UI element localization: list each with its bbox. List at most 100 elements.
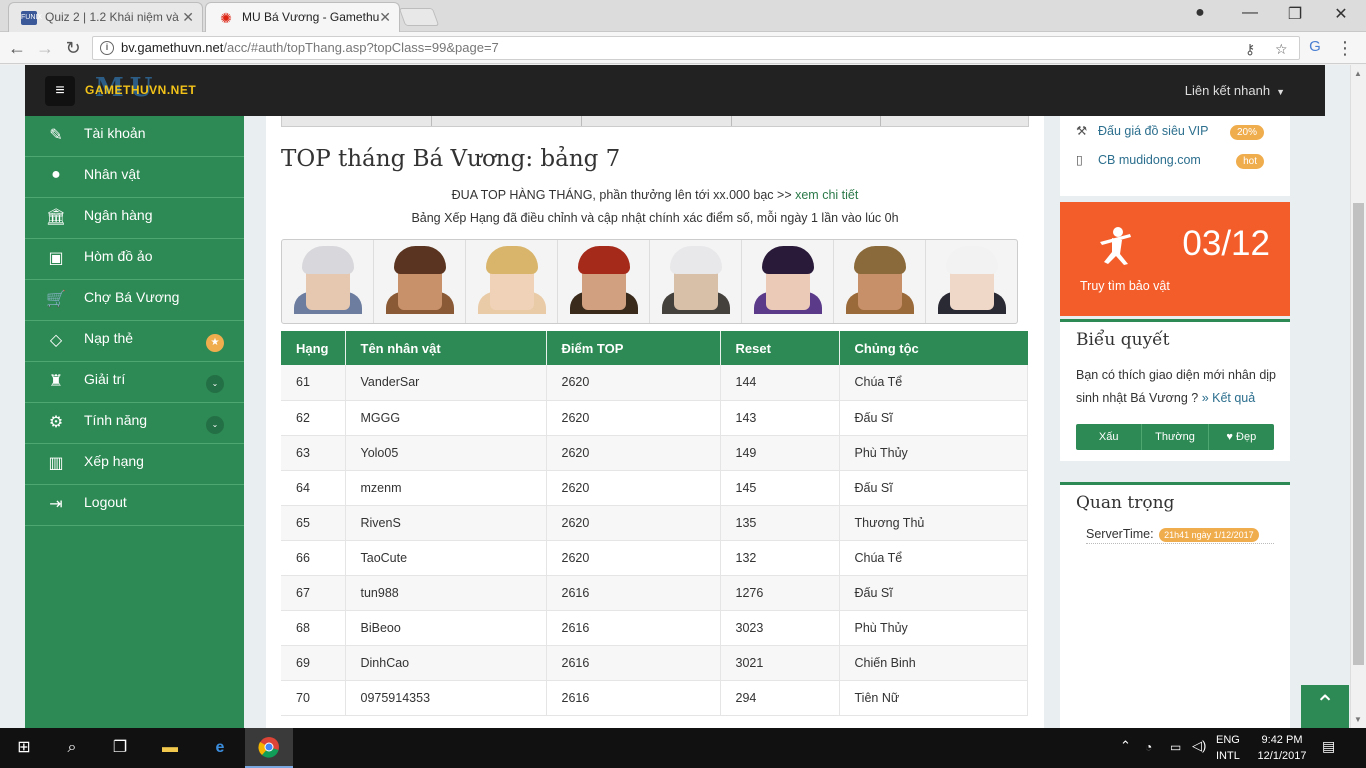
gears-icon: ⚙ [48, 414, 64, 431]
avatar-elf-warrior[interactable] [374, 240, 466, 323]
bookmark-star-icon[interactable]: ☆ [1275, 41, 1288, 58]
col-score-header[interactable]: Điểm TOP [546, 331, 721, 365]
close-tab-icon[interactable]: ✕ [182, 9, 194, 26]
tray-up-icon[interactable]: ⌃ [1120, 738, 1131, 754]
col-name-header[interactable]: Tên nhân vật [345, 331, 547, 365]
sidebar-item-topup[interactable]: ◇ Nạp thẻ ★ [25, 321, 244, 362]
vote-bad-button[interactable]: Xấu [1076, 424, 1143, 450]
reload-icon[interactable]: ↻ [62, 38, 84, 59]
edge-icon[interactable]: e [208, 736, 232, 760]
rank-cell: 62 [281, 400, 346, 436]
file-explorer-icon[interactable]: ▬ [158, 736, 182, 760]
new-tab-button[interactable] [398, 8, 440, 26]
restore-icon[interactable]: ❐ [1275, 4, 1315, 24]
name-cell[interactable]: DinhCao [345, 645, 547, 681]
sidebar-item-entertainment[interactable]: ♜ Giải trí ⌄ [25, 362, 244, 403]
scroll-down-icon[interactable]: ▼ [1354, 715, 1362, 724]
edit-icon: ✎ [49, 127, 63, 144]
sidebar-item-bank[interactable]: 🏛 Ngân hàng [25, 198, 244, 239]
chrome-icon[interactable] [257, 736, 281, 760]
url-input[interactable]: i bv.gamethuvn.net/acc/#auth/topThang.as… [92, 36, 1300, 60]
scroll-to-top-button[interactable]: ⌃ [1301, 685, 1349, 728]
table-row: 66 TaoCute 2620 132 Chúa Tể [281, 540, 1028, 576]
browser-tab-quiz[interactable]: FUNIX Quiz 2 | 1.2 Khái niệm và ✕ [8, 2, 203, 32]
rank-cell: 66 [281, 540, 346, 576]
network-icon[interactable]: ◔ [1145, 739, 1152, 755]
cart-icon: 🛒 [46, 291, 66, 308]
chevron-down-icon: ⌄ [206, 416, 224, 434]
vip-auction-link[interactable]: ⚒ Đấu giá đồ siêu VIP [1076, 123, 1209, 138]
treasure-hunt-banner[interactable]: 03/12 Truy tìm bảo vật [1060, 202, 1290, 316]
language-indicator[interactable]: ENG INTL [1216, 732, 1240, 764]
battery-icon[interactable]: ▭ [1170, 739, 1181, 755]
avatar-dark-knight[interactable] [282, 240, 374, 323]
scroll-up-icon[interactable]: ▲ [1354, 69, 1362, 78]
table-header-row: Hạng Tên nhân vật Điểm TOP Reset Chủng t… [281, 331, 1028, 365]
col-reset-header[interactable]: Reset [720, 331, 840, 365]
windows-start-icon[interactable]: ⊞ [12, 736, 36, 760]
task-view-icon[interactable]: ❐ [108, 736, 132, 760]
mobile-icon: ▯ [1076, 153, 1083, 167]
back-icon[interactable]: ← [6, 38, 28, 59]
site-logo[interactable]: MU GAMETHUVN.NET [85, 73, 205, 103]
sidebar-item-market[interactable]: 🛒 Chợ Bá Vương [25, 280, 244, 321]
main-content: TOP tháng Bá Vương: bảng 7 ĐUA TOP HÀNG … [266, 116, 1044, 728]
race-cell: Phù Thủy [839, 610, 1028, 646]
quick-links-dropdown[interactable]: Liên kết nhanh ▼ [1185, 83, 1285, 98]
avatar-fairy-elf[interactable] [466, 240, 558, 323]
vote-normal-button[interactable]: Thường [1142, 424, 1209, 450]
table-row: 61 VanderSar 2620 144 Chúa Tể [281, 365, 1028, 401]
sidebar-item-virtual-chest[interactable]: ▣ Hòm đồ ảo [25, 239, 244, 280]
notifications-icon[interactable]: ▤ [1322, 738, 1335, 754]
scrollbar-thumb[interactable] [1353, 203, 1364, 665]
sidebar-item-logout[interactable]: ⇥ Logout [25, 485, 244, 526]
avatar-dark-lord[interactable] [650, 240, 742, 323]
profile-icon[interactable]: ● [1180, 4, 1220, 22]
name-cell[interactable]: TaoCute [345, 540, 547, 576]
avatar-summoner[interactable] [742, 240, 834, 323]
name-cell[interactable]: VanderSar [345, 365, 547, 401]
sidebar-item-features[interactable]: ⚙ Tính năng ⌄ [25, 403, 244, 444]
knight-icon [1100, 227, 1131, 265]
poll-results-link[interactable]: » Kết quả [1202, 391, 1256, 405]
minimize-icon[interactable]: — [1230, 4, 1270, 22]
browser-tab-mu[interactable]: ✺ MU Bá Vương - Gamethu ✕ [205, 2, 400, 32]
name-cell[interactable]: tun988 [345, 575, 547, 611]
page-scrollbar[interactable]: ▲ ▼ [1350, 65, 1366, 728]
sidebar-item-account[interactable]: ✎ Tài khoản [25, 116, 244, 157]
forward-icon[interactable]: → [34, 38, 56, 59]
name-cell[interactable]: RivenS [345, 505, 547, 541]
sidebar-item-character[interactable]: ● Nhân vật [25, 157, 244, 198]
menu-dots-icon[interactable]: ⋮ [1334, 38, 1356, 59]
reset-cell: 132 [720, 540, 840, 576]
race-cell: Đấu Sĩ [839, 575, 1028, 611]
name-cell[interactable]: BiBeoo [345, 610, 547, 646]
col-race-header[interactable]: Chủng tộc [839, 331, 1028, 365]
reset-cell: 145 [720, 470, 840, 506]
translate-icon[interactable]: G [1304, 38, 1326, 55]
col-rank-header[interactable]: Hạng [281, 331, 346, 365]
name-cell[interactable]: MGGG [345, 400, 547, 436]
close-tab-icon[interactable]: ✕ [379, 9, 391, 26]
name-cell[interactable]: 0975914353 [345, 680, 547, 716]
ranking-tabs-strip[interactable] [281, 116, 1029, 127]
details-link[interactable]: xem chi tiết [795, 188, 858, 202]
search-icon[interactable]: ⌕ [60, 736, 84, 760]
key-icon[interactable]: ⚷ [1245, 41, 1255, 58]
sidebar-item-ranking[interactable]: ▥ Xếp hạng [25, 444, 244, 485]
avatar-rage-fighter[interactable] [834, 240, 926, 323]
hamburger-icon[interactable]: ≡ [45, 76, 75, 106]
table-row: 63 Yolo05 2620 149 Phù Thủy [281, 435, 1028, 471]
avatar-magic-gladiator[interactable] [558, 240, 650, 323]
avatar-grow-lancer[interactable] [926, 240, 1018, 323]
close-window-icon[interactable]: ✕ [1321, 4, 1361, 24]
race-cell: Chiến Binh [839, 645, 1028, 681]
vote-good-button[interactable]: ♥ Đẹp [1209, 424, 1274, 450]
name-cell[interactable]: Yolo05 [345, 435, 547, 471]
volume-icon[interactable]: ◁) [1192, 738, 1206, 754]
race-cell: Đấu Sĩ [839, 470, 1028, 506]
clock[interactable]: 9:42 PM 12/1/2017 [1252, 732, 1312, 764]
name-cell[interactable]: mzenm [345, 470, 547, 506]
info-icon[interactable]: i [100, 41, 114, 55]
mobile-market-link[interactable]: ▯ CB mudidong.com [1076, 152, 1201, 167]
